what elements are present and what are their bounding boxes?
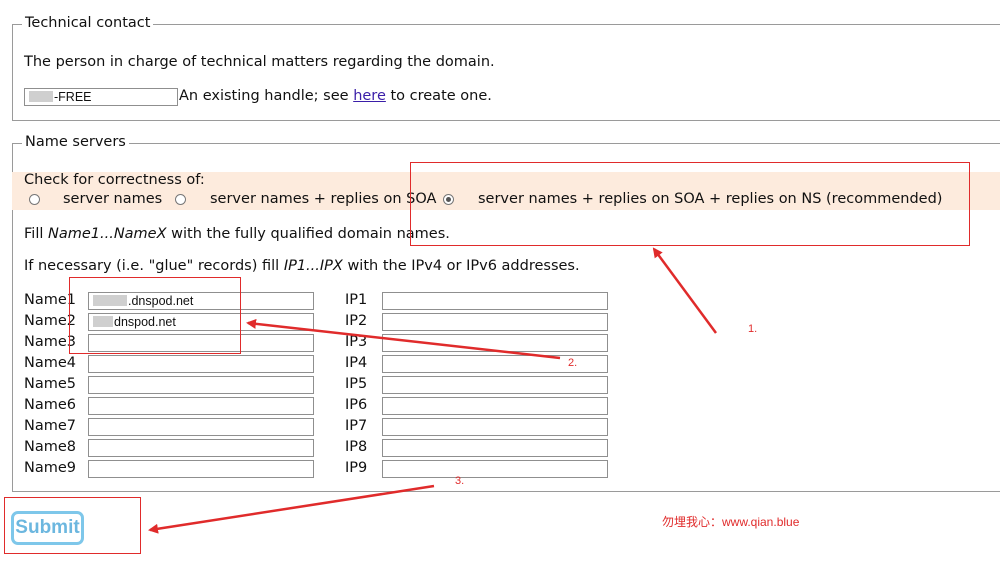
- arrow-step3: [148, 484, 435, 534]
- annotation-step2: 2.: [568, 357, 578, 369]
- annotation-step1: 1.: [748, 323, 758, 335]
- annotation-step3: 3.: [455, 475, 465, 487]
- watermark-text: 勿埋我心：www.qian.blue: [662, 515, 800, 529]
- annotation-arrows: [148, 247, 718, 534]
- arrow-step1: [652, 247, 718, 334]
- arrow-step2: [246, 318, 561, 360]
